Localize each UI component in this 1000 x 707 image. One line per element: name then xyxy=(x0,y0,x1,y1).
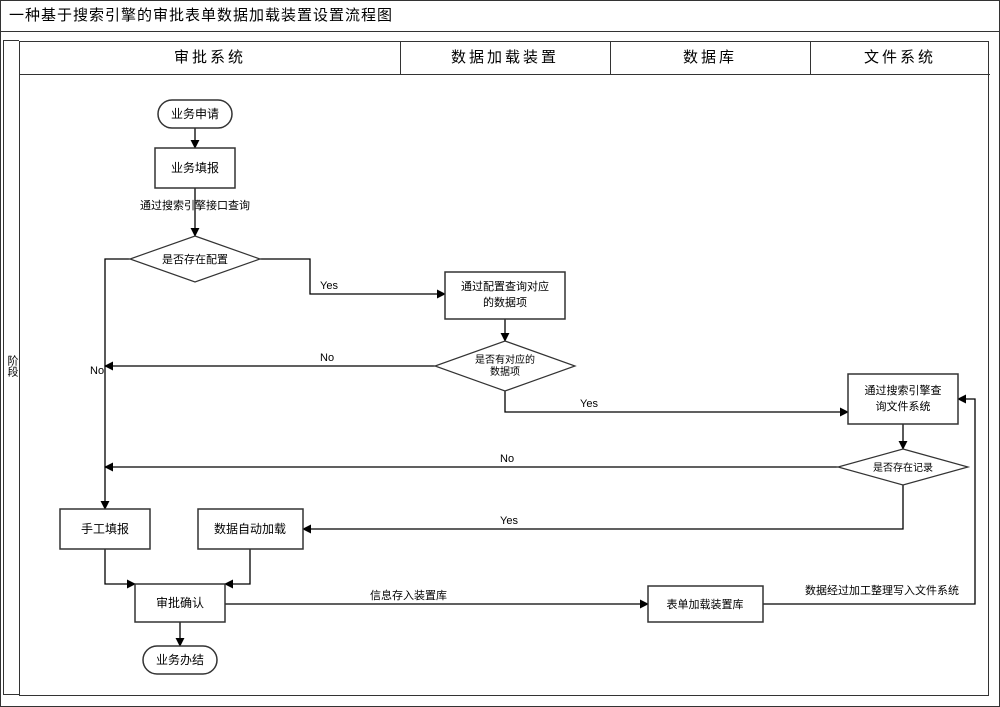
node-manual: 手工填报 xyxy=(60,509,150,549)
svg-text:的数据项: 的数据项 xyxy=(483,295,527,309)
edge-qitem-no: No xyxy=(105,352,435,366)
node-fill: 业务填报 xyxy=(155,148,235,188)
edge-manual-to-confirm xyxy=(105,549,135,584)
svg-text:手工填报: 手工填报 xyxy=(81,521,129,536)
edge-label-save: 信息存入装置库 xyxy=(370,588,447,602)
svg-text:业务申请: 业务申请 xyxy=(171,106,219,121)
node-start: 业务申请 xyxy=(158,100,232,128)
lane-header-approval: 审批系统 xyxy=(20,42,400,75)
node-qrec: 是否存在记录 xyxy=(838,449,968,485)
flowchart-svg: 通过搜索引擎接口查询 Yes No xyxy=(20,74,990,698)
svg-text:是否有对应的: 是否有对应的 xyxy=(475,353,535,366)
edge-label-no: No xyxy=(500,453,514,465)
svg-text:是否存在记录: 是否存在记录 xyxy=(873,461,933,474)
lane-header-database: 数据库 xyxy=(610,42,810,75)
edge-label-yes: Yes xyxy=(500,515,518,527)
edge-label-query: 通过搜索引擎接口查询 xyxy=(140,198,250,212)
edge-fill-to-qconf: 通过搜索引擎接口查询 xyxy=(140,188,250,236)
edge-db-to-fs: 数据经过加工整理写入文件系统 xyxy=(763,399,975,604)
edge-qconf-yes: Yes xyxy=(260,259,445,294)
node-end: 业务办结 xyxy=(143,646,217,674)
edge-label-no: No xyxy=(320,352,334,364)
swimlane-container: 阶段 审批系统 数据加载装置 数据库 文件系统 通过搜索 xyxy=(19,41,989,696)
diagram-body: 通过搜索引擎接口查询 Yes No xyxy=(20,74,988,695)
edge-auto-to-confirm xyxy=(225,549,250,584)
node-confirm: 审批确认 xyxy=(135,584,225,622)
svg-text:数据项: 数据项 xyxy=(490,365,520,378)
node-fsquery: 通过搜索引擎查 询文件系统 xyxy=(848,374,958,424)
svg-text:是否存在配置: 是否存在配置 xyxy=(162,252,228,266)
edge-qrec-no: No xyxy=(105,453,838,467)
svg-text:审批确认: 审批确认 xyxy=(156,595,204,610)
svg-text:通过配置查询对应: 通过配置查询对应 xyxy=(461,279,549,293)
node-db: 表单加载装置库 xyxy=(648,586,763,622)
node-lookup: 通过配置查询对应 的数据项 xyxy=(445,272,565,319)
svg-text:通过搜索引擎查: 通过搜索引擎查 xyxy=(865,383,942,397)
flowchart-page: 一种基于搜索引擎的审批表单数据加载装置设置流程图 阶段 审批系统 数据加载装置 … xyxy=(0,0,1000,707)
svg-text:业务办结: 业务办结 xyxy=(156,652,204,667)
svg-text:表单加载装置库: 表单加载装置库 xyxy=(667,597,744,611)
svg-text:询文件系统: 询文件系统 xyxy=(876,399,931,413)
lane-header-filesystem: 文件系统 xyxy=(810,42,990,75)
node-qconf: 是否存在配置 xyxy=(130,236,260,282)
edge-label-write: 数据经过加工整理写入文件系统 xyxy=(805,583,959,597)
node-auto: 数据自动加载 xyxy=(198,509,303,549)
svg-text:业务填报: 业务填报 xyxy=(171,160,219,175)
phase-label: 阶段 xyxy=(3,40,19,695)
edge-label-yes: Yes xyxy=(320,280,338,292)
page-title: 一种基于搜索引擎的审批表单数据加载装置设置流程图 xyxy=(1,1,999,32)
edge-label-yes: Yes xyxy=(580,398,598,410)
edge-qconf-no: No xyxy=(90,259,130,509)
node-qitem: 是否有对应的 数据项 xyxy=(435,341,575,391)
edge-qitem-yes: Yes xyxy=(505,391,848,412)
edge-confirm-to-db: 信息存入装置库 xyxy=(225,588,648,604)
lane-header-loader: 数据加载装置 xyxy=(400,42,610,75)
edge-label-no: No xyxy=(90,365,104,377)
svg-text:数据自动加载: 数据自动加载 xyxy=(214,521,286,536)
edge-qrec-yes: Yes xyxy=(303,485,903,529)
